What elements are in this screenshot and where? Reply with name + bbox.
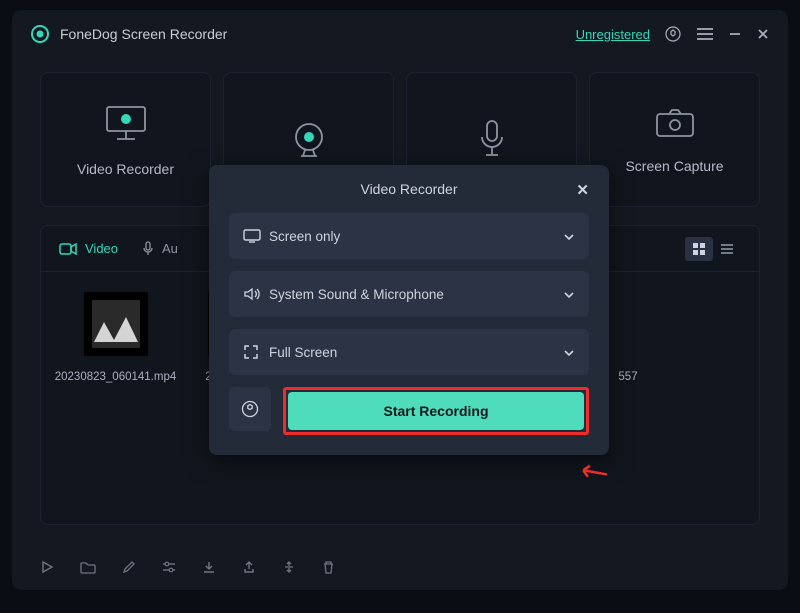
minimize-icon[interactable] xyxy=(728,27,742,41)
modal-header: Video Recorder ✕ xyxy=(229,181,589,197)
view-grid-button[interactable] xyxy=(685,237,713,261)
recorder-settings-button[interactable] xyxy=(229,387,271,431)
file-name: 20230823_060141.mp4 xyxy=(55,370,177,386)
monitor-small-icon xyxy=(243,229,261,243)
chevron-down-icon xyxy=(563,349,575,357)
edit-icon[interactable] xyxy=(122,560,136,574)
trash-icon[interactable] xyxy=(322,560,335,574)
file-thumbnail xyxy=(84,292,148,356)
mode-screen-capture[interactable]: Screen Capture xyxy=(589,72,760,207)
bottom-toolbar xyxy=(40,560,760,574)
unregistered-link[interactable]: Unregistered xyxy=(576,27,650,42)
menu-icon[interactable] xyxy=(696,27,714,41)
audio-source-value: System Sound & Microphone xyxy=(269,287,444,302)
chevron-down-icon xyxy=(563,233,575,241)
settings-icon[interactable] xyxy=(664,25,682,43)
mic-icon xyxy=(142,241,154,257)
mode-label: Screen Capture xyxy=(625,158,723,174)
start-recording-highlight: Start Recording xyxy=(283,387,589,435)
screen-source-select[interactable]: Screen only xyxy=(229,213,589,259)
import-icon[interactable] xyxy=(202,560,216,574)
grid-icon xyxy=(692,242,706,256)
close-icon[interactable] xyxy=(756,27,770,41)
sliders-icon[interactable] xyxy=(162,561,176,573)
microphone-icon xyxy=(477,119,507,161)
camera-icon xyxy=(653,106,697,140)
tab-audio[interactable]: Au xyxy=(142,241,178,257)
audio-source-select[interactable]: System Sound & Microphone xyxy=(229,271,589,317)
video-icon xyxy=(59,243,77,255)
file-item[interactable]: 20230823_060141.mp4 xyxy=(63,292,168,386)
convert-icon[interactable] xyxy=(282,560,296,574)
mode-label: Video Recorder xyxy=(77,161,174,177)
play-icon[interactable] xyxy=(40,560,54,574)
tab-video-label: Video xyxy=(85,241,118,256)
monitor-icon xyxy=(103,103,149,143)
file-name: 557 xyxy=(618,370,637,386)
modal-title: Video Recorder xyxy=(360,181,457,197)
tab-video[interactable]: Video xyxy=(59,241,118,256)
start-recording-button[interactable]: Start Recording xyxy=(288,392,584,430)
view-toggle xyxy=(685,237,741,261)
tab-audio-label: Au xyxy=(162,241,178,256)
logo-icon xyxy=(30,24,50,44)
video-recorder-modal: Video Recorder ✕ Screen only System Soun… xyxy=(209,165,609,455)
list-icon xyxy=(720,243,734,255)
mode-video-recorder[interactable]: Video Recorder xyxy=(40,72,211,207)
folder-icon[interactable] xyxy=(80,561,96,574)
modal-close-button[interactable]: ✕ xyxy=(576,181,589,199)
titlebar: FoneDog Screen Recorder Unregistered xyxy=(12,10,788,58)
area-value: Full Screen xyxy=(269,345,337,360)
speaker-icon xyxy=(243,287,261,301)
app-title: FoneDog Screen Recorder xyxy=(60,26,227,42)
screen-source-value: Screen only xyxy=(269,229,340,244)
fullscreen-icon xyxy=(243,344,259,360)
share-icon[interactable] xyxy=(242,560,256,574)
webcam-icon xyxy=(289,120,329,160)
chevron-down-icon xyxy=(563,291,575,299)
view-list-button[interactable] xyxy=(713,237,741,261)
gear-icon xyxy=(240,399,260,419)
area-select[interactable]: Full Screen xyxy=(229,329,589,375)
app-logo: FoneDog Screen Recorder xyxy=(30,24,227,44)
